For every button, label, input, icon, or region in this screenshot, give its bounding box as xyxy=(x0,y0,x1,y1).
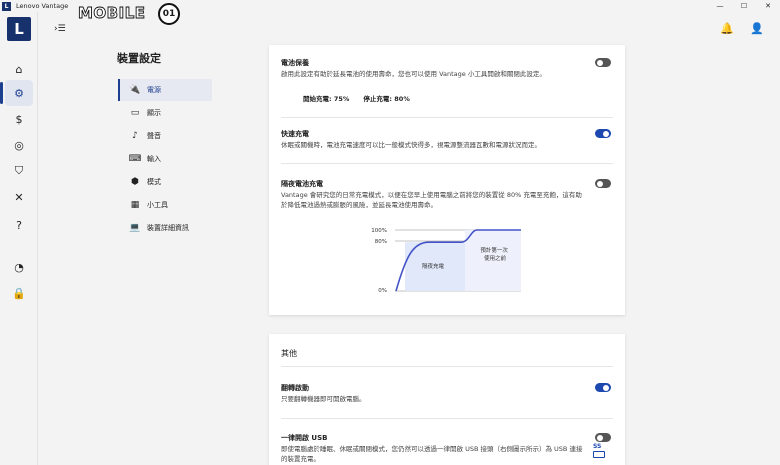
battery-care-toggle[interactable] xyxy=(595,58,611,67)
region-label-line1: 預計第一次 xyxy=(480,246,508,254)
other-card: 其他 翻轉啟動 只要翻轉機器即可開啟電腦。 一律開啟 USB 即使電腦處於睡眠、… xyxy=(269,334,625,465)
gear-icon[interactable]: ⚙ xyxy=(0,80,33,106)
user-icon[interactable]: 👤 xyxy=(750,22,764,35)
nav-item-label: 電源 xyxy=(147,86,161,94)
home-icon[interactable]: ⌂ xyxy=(5,56,33,82)
lock-icon[interactable]: 🔒 xyxy=(5,280,33,306)
y-tick-0: 0% xyxy=(378,288,387,294)
divider xyxy=(281,366,613,367)
always-on-usb-toggle[interactable] xyxy=(595,433,611,442)
start-charge-value[interactable]: 開始充電: 75% xyxy=(303,93,349,103)
charge-thresholds: 開始充電: 75% 停止充電: 80% xyxy=(303,93,410,103)
rapid-charge-title: 快速充電 xyxy=(281,130,309,138)
nav-item-label: 聲音 xyxy=(147,132,161,140)
shield-icon[interactable]: ⛉ xyxy=(5,158,33,184)
flip-boot-toggle[interactable] xyxy=(595,383,611,392)
lenovo-logo: L xyxy=(7,17,31,41)
speedometer-icon[interactable]: ◔ xyxy=(5,254,33,280)
divider xyxy=(281,117,613,118)
page-title: 裝置設定 xyxy=(117,52,161,65)
flip-boot-desc: 只要翻轉機器即可開啟電腦。 xyxy=(281,395,366,403)
app-badge: L xyxy=(2,1,11,11)
nav-item-label: 模式 xyxy=(147,178,161,186)
smart-charge-toggle[interactable] xyxy=(595,179,611,188)
power-card: 電池保養 啟用此設定有助於延長電池的使用壽命，您也可以使用 Vantage 小工… xyxy=(269,45,625,315)
smart-charge-desc: Vantage 會研究您的日常充電模式，以便在您早上使用電腦之前將您的裝置從 8… xyxy=(281,191,582,209)
region-label-overnight: 隔夜充電 xyxy=(422,262,445,270)
rapid-charge-toggle[interactable] xyxy=(595,129,611,138)
nav-item-label: 小工具 xyxy=(147,201,168,209)
region-label-line2: 使用之前 xyxy=(484,254,507,262)
keyboard-icon: ⌨ xyxy=(128,154,142,164)
tools-icon[interactable]: ✕ xyxy=(5,184,33,210)
watermark-seal: 01 xyxy=(158,3,180,25)
nav-item-input[interactable]: ⌨ 輸入 xyxy=(118,148,212,170)
nav-item-label: 輸入 xyxy=(147,155,161,163)
watermark: MOBILE xyxy=(78,4,146,23)
nav-item-audio[interactable]: ♪ 聲音 xyxy=(118,125,212,147)
swirl-icon[interactable]: ◎ xyxy=(5,132,33,158)
help-icon[interactable]: ? xyxy=(5,212,33,238)
usb-icon: SS xyxy=(593,443,605,458)
expand-menu-icon[interactable]: ›☰ xyxy=(54,24,66,34)
rapid-charge-desc: 休眠或關機時，電池充電速度可以比一般模式快得多，視電源整流器瓦數和電源狀況而定。 xyxy=(281,141,541,149)
other-title: 其他 xyxy=(281,349,297,358)
plug-icon: 🔌 xyxy=(129,85,141,95)
y-tick-80: 80% xyxy=(375,239,387,245)
always-on-usb-title: 一律開啟 USB xyxy=(281,434,328,442)
minimize-button[interactable]: — xyxy=(708,0,732,12)
nav-item-label: 裝置詳細資訊 xyxy=(147,224,189,232)
nav-item-mode[interactable]: ⬢ 模式 xyxy=(118,171,212,193)
charge-curve-chart: 100% 80% 0% 隔夜充電 預計第一次 使用之前 xyxy=(371,228,521,294)
divider xyxy=(281,418,613,419)
window-title: Lenovo Vantage xyxy=(16,2,69,10)
nav-item-device-details[interactable]: 💻 裝置詳細資訊 xyxy=(118,217,212,239)
battery-care-desc: 啟用此設定有助於延長電池的使用壽命，您也可以使用 Vantage 小工具開啟和關… xyxy=(281,70,546,78)
music-note-icon: ♪ xyxy=(132,131,138,141)
dollar-icon[interactable]: $ xyxy=(5,106,33,132)
bell-icon[interactable]: 🔔 xyxy=(720,22,734,35)
close-button[interactable]: ✕ xyxy=(756,0,780,12)
stop-charge-value[interactable]: 停止充電: 80% xyxy=(363,93,409,103)
maximize-button[interactable]: ☐ xyxy=(732,0,756,12)
nav-item-label: 顯示 xyxy=(147,109,161,117)
widgets-icon: ▦ xyxy=(130,200,140,210)
nav-item-display[interactable]: ▭ 顯示 xyxy=(118,102,212,124)
nav-item-widgets[interactable]: ▦ 小工具 xyxy=(118,194,212,216)
smart-charge-title: 隔夜電池充電 xyxy=(281,180,323,188)
hexagon-icon: ⬢ xyxy=(131,177,139,187)
left-rail: L ⌂ ⚙ $ ◎ ⛉ ✕ ? ◔ 🔒 xyxy=(0,12,38,465)
monitor-icon: ▭ xyxy=(130,108,140,118)
flip-boot-title: 翻轉啟動 xyxy=(281,384,309,392)
window-controls: — ☐ ✕ xyxy=(708,0,780,12)
battery-care-title: 電池保養 xyxy=(281,59,309,67)
divider xyxy=(281,163,613,164)
nav-item-power[interactable]: 🔌 電源 xyxy=(118,79,212,101)
y-tick-100: 100% xyxy=(371,228,387,234)
always-on-usb-desc: 即使電腦處於睡眠、休眠或關閉模式，您仍然可以透過一律開啟 USB 接頭（右側圖示… xyxy=(281,445,583,463)
laptop-icon: 💻 xyxy=(129,223,141,233)
